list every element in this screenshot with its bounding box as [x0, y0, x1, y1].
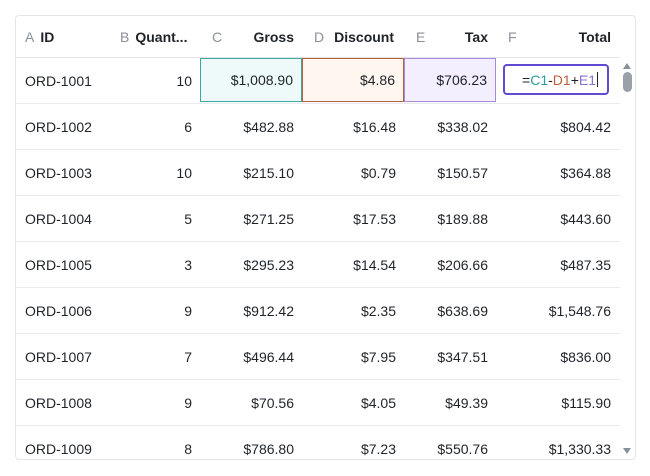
cell-total[interactable]: $487.35: [496, 242, 620, 287]
cell-quantity[interactable]: 3: [116, 242, 200, 287]
cell-discount[interactable]: $4.05: [302, 380, 404, 425]
cell-tax[interactable]: $550.76: [404, 426, 496, 459]
column-header-d[interactable]: D Discount: [302, 16, 404, 57]
column-header-a[interactable]: A ID: [16, 16, 116, 57]
cell-id[interactable]: ORD-1003: [16, 150, 116, 195]
formula-editor-input[interactable]: = C1- D1 + E1: [503, 64, 609, 95]
cell-total[interactable]: $1,330.33: [496, 426, 620, 459]
formula-token: C1: [530, 71, 549, 88]
scroll-up-icon[interactable]: [623, 63, 631, 69]
cell-gross[interactable]: $70.56: [200, 380, 302, 425]
column-header-b[interactable]: B Quant...: [116, 16, 200, 57]
cell-quantity[interactable]: 10: [116, 150, 200, 195]
column-name: Tax: [464, 28, 488, 45]
column-header-f[interactable]: F Total: [496, 16, 620, 57]
cell-total[interactable]: $364.88: [496, 150, 620, 195]
column-letter: B: [120, 28, 130, 45]
table-row: ORD-1003 10 $215.10 $0.79 $150.57 $364.88: [16, 150, 620, 196]
header-row: A ID B Quant... C Gross D Discount E Tax…: [16, 16, 620, 58]
column-letter: D: [314, 28, 325, 45]
table-row: ORD-1007 7 $496.44 $7.95 $347.51 $836.00: [16, 334, 620, 380]
cell-discount[interactable]: $14.54: [302, 242, 404, 287]
cell-id[interactable]: ORD-1009: [16, 426, 116, 459]
cell-id[interactable]: ORD-1008: [16, 380, 116, 425]
data-table: A ID B Quant... C Gross D Discount E Tax…: [16, 16, 620, 459]
formula-token: +: [570, 71, 579, 88]
cell-id[interactable]: ORD-1006: [16, 288, 116, 333]
cell-tax[interactable]: $206.66: [404, 242, 496, 287]
table-row: ORD-1004 5 $271.25 $17.53 $189.88 $443.60: [16, 196, 620, 242]
table-row: ORD-1002 6 $482.88 $16.48 $338.02 $804.42: [16, 104, 620, 150]
cell-discount[interactable]: $7.23: [302, 426, 404, 459]
cell-discount[interactable]: $0.79: [302, 150, 404, 195]
cell-quantity[interactable]: 9: [116, 288, 200, 333]
column-letter: C: [212, 28, 223, 45]
spreadsheet-grid: A ID B Quant... C Gross D Discount E Tax…: [15, 15, 636, 460]
cell-id[interactable]: ORD-1004: [16, 196, 116, 241]
formula-token: =: [522, 71, 531, 88]
cell-gross[interactable]: $912.42: [200, 288, 302, 333]
formula-token: E1: [578, 71, 596, 88]
cell-gross[interactable]: $482.88: [200, 104, 302, 149]
cell-quantity[interactable]: 10: [116, 58, 200, 103]
cell-quantity[interactable]: 7: [116, 334, 200, 379]
cell-total[interactable]: $1,548.76: [496, 288, 620, 333]
formula-token: D1: [552, 71, 571, 88]
cell-total[interactable]: $443.60: [496, 196, 620, 241]
cell-quantity[interactable]: 8: [116, 426, 200, 459]
cell-discount[interactable]: $17.53: [302, 196, 404, 241]
column-header-e[interactable]: E Tax: [404, 16, 496, 57]
column-letter: E: [416, 28, 426, 45]
cell-id[interactable]: ORD-1001: [16, 58, 116, 103]
scrollbar-thumb[interactable]: [623, 72, 632, 92]
cell-tax[interactable]: $638.69: [404, 288, 496, 333]
cell-id[interactable]: ORD-1005: [16, 242, 116, 287]
column-letter: A: [25, 28, 35, 45]
cell-id[interactable]: ORD-1002: [16, 104, 116, 149]
cell-tax[interactable]: $347.51: [404, 334, 496, 379]
column-name: Total: [578, 28, 611, 45]
column-letter: F: [508, 28, 517, 45]
cell-total[interactable]: $804.42: [496, 104, 620, 149]
table-row: ORD-1008 9 $70.56 $4.05 $49.39 $115.90: [16, 380, 620, 426]
column-name: Quant...: [135, 28, 188, 45]
column-name: ID: [40, 28, 55, 45]
scroll-down-icon[interactable]: [623, 448, 631, 454]
cell-gross[interactable]: $215.10: [200, 150, 302, 195]
cell-quantity[interactable]: 5: [116, 196, 200, 241]
cell-gross[interactable]: $496.44: [200, 334, 302, 379]
cell-discount[interactable]: $4.86: [302, 58, 404, 102]
cell-tax[interactable]: $706.23: [404, 58, 496, 102]
cell-total[interactable]: $836.00: [496, 334, 620, 379]
cell-tax[interactable]: $150.57: [404, 150, 496, 195]
cell-quantity[interactable]: 9: [116, 380, 200, 425]
table-row: ORD-1001 10 $1,008.90 $4.86 $706.23 = C1- D1 + E1: [16, 58, 620, 104]
cell-discount[interactable]: $7.95: [302, 334, 404, 379]
cell-gross[interactable]: $271.25: [200, 196, 302, 241]
cell-gross[interactable]: $295.23: [200, 242, 302, 287]
text-caret: [597, 72, 598, 87]
cell-id[interactable]: ORD-1007: [16, 334, 116, 379]
table-row: ORD-1009 8 $786.80 $7.23 $550.76 $1,330.33: [16, 426, 620, 459]
table-row: ORD-1006 9 $912.42 $2.35 $638.69 $1,548.76: [16, 288, 620, 334]
column-header-c[interactable]: C Gross: [200, 16, 302, 57]
cell-gross[interactable]: $786.80: [200, 426, 302, 459]
column-name: Discount: [334, 28, 395, 45]
column-name: Gross: [253, 28, 294, 45]
table-row: ORD-1005 3 $295.23 $14.54 $206.66 $487.35: [16, 242, 620, 288]
cell-gross[interactable]: $1,008.90: [200, 58, 302, 102]
cell-quantity[interactable]: 6: [116, 104, 200, 149]
cell-tax[interactable]: $49.39: [404, 380, 496, 425]
cell-total[interactable]: $115.90: [496, 380, 620, 425]
table-body: ORD-1001 10 $1,008.90 $4.86 $706.23 = C1- D1 + E1…: [16, 58, 620, 459]
cell-discount[interactable]: $16.48: [302, 104, 404, 149]
vertical-scrollbar[interactable]: [621, 57, 634, 459]
cell-tax[interactable]: $189.88: [404, 196, 496, 241]
cell-discount[interactable]: $2.35: [302, 288, 404, 333]
cell-tax[interactable]: $338.02: [404, 104, 496, 149]
